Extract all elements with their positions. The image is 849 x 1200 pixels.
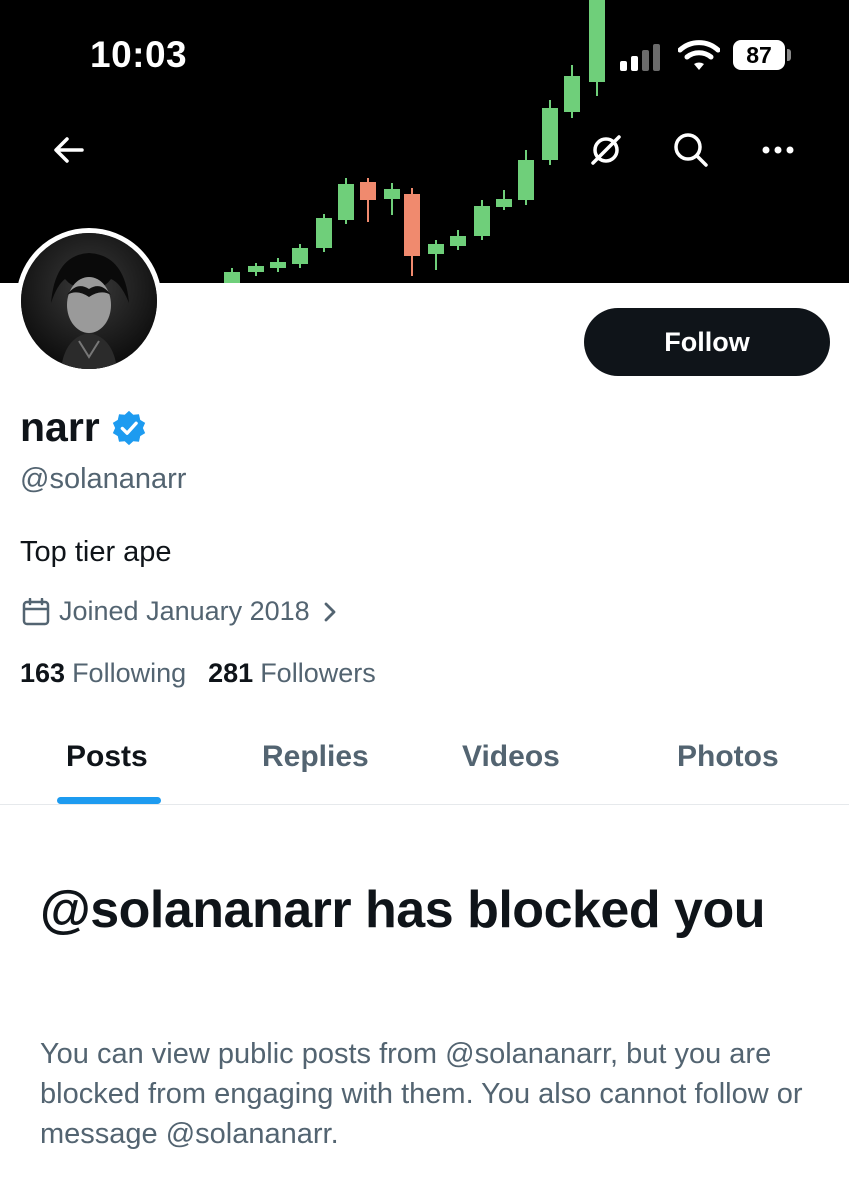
- tab-replies[interactable]: Replies: [262, 740, 369, 774]
- active-tab-indicator: [57, 797, 161, 804]
- grok-button[interactable]: [582, 126, 630, 174]
- more-options-button[interactable]: [754, 126, 802, 174]
- search-button[interactable]: [667, 126, 715, 174]
- battery-indicator: 87: [733, 40, 785, 70]
- following-stat[interactable]: 163 Following: [20, 658, 186, 689]
- avatar-image: [21, 233, 157, 369]
- tab-videos[interactable]: Videos: [462, 740, 560, 774]
- profile-tabs: Posts Replies Videos Photos: [0, 720, 849, 805]
- verified-badge-icon[interactable]: [110, 409, 148, 447]
- follow-stats: 163 Following 281 Followers: [20, 658, 376, 689]
- calendar-icon: [22, 597, 50, 625]
- display-name: narr: [20, 404, 100, 450]
- following-count: 163: [20, 658, 66, 688]
- arrow-left-icon: [54, 137, 84, 163]
- followers-label: Followers: [260, 658, 376, 688]
- status-time: 10:03: [90, 34, 188, 75]
- wifi-icon: [678, 40, 720, 70]
- profile-bio: Top tier ape: [20, 536, 172, 568]
- back-button[interactable]: [45, 126, 93, 174]
- profile-name-row: narr: [20, 404, 148, 451]
- blocked-notice-title: @solananarr has blocked you: [40, 881, 766, 939]
- profile-handle: @solananarr: [20, 463, 187, 495]
- followers-stat[interactable]: 281 Followers: [208, 658, 376, 689]
- tab-posts[interactable]: Posts: [66, 740, 148, 774]
- search-icon: [674, 133, 708, 167]
- blocked-notice-body: You can view public posts from @solanana…: [40, 1038, 803, 1150]
- more-horizontal-icon: [762, 146, 794, 154]
- followers-count: 281: [208, 658, 254, 688]
- tab-photos[interactable]: Photos: [677, 740, 779, 774]
- following-label: Following: [72, 658, 187, 688]
- battery-tip: [787, 49, 791, 61]
- profile-avatar[interactable]: [16, 228, 162, 374]
- joined-date-text: Joined January 2018: [59, 596, 310, 626]
- grok-slash-circle-icon: [591, 135, 621, 165]
- follow-button[interactable]: Follow: [584, 308, 830, 376]
- chevron-right-icon: [324, 602, 336, 621]
- cellular-signal-icon: [620, 44, 660, 71]
- joined-date-row[interactable]: Joined January 2018: [22, 596, 340, 627]
